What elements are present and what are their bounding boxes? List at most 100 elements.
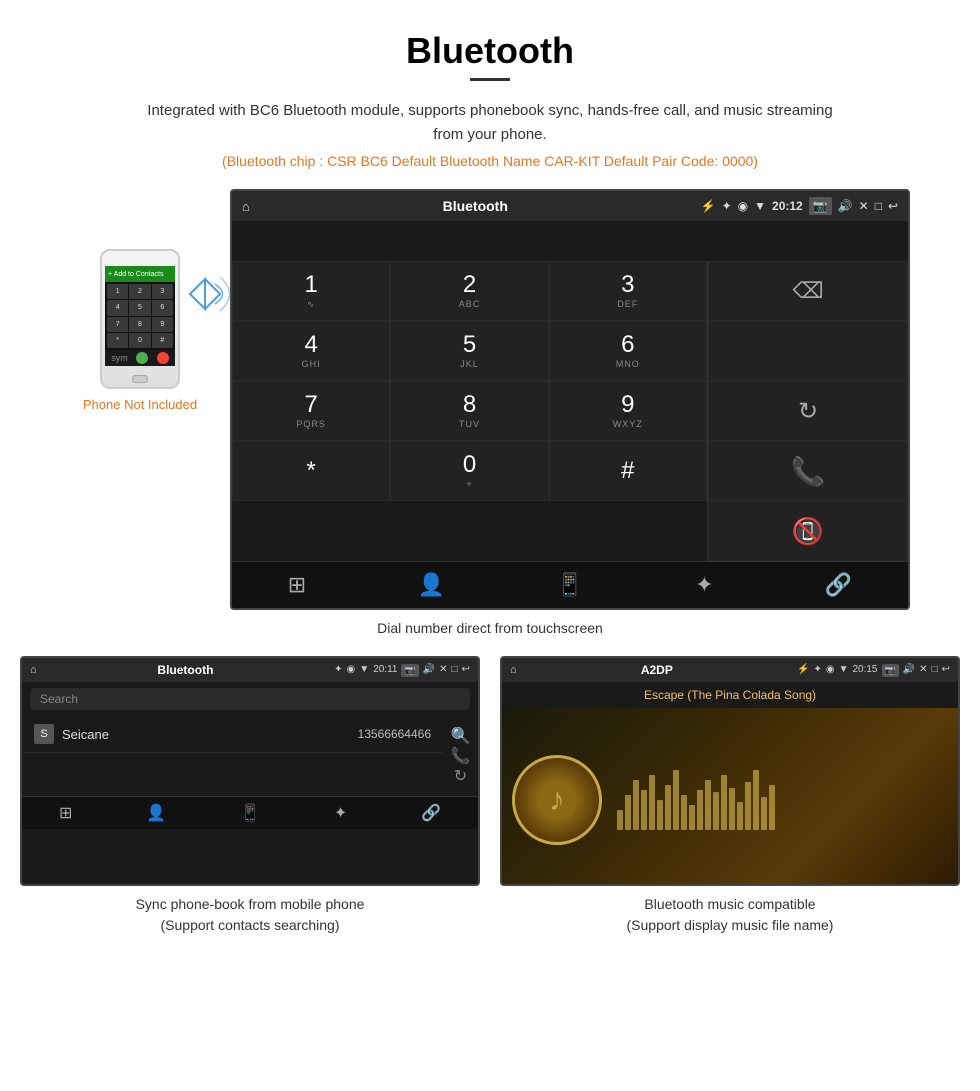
waveform-bar [641,790,647,830]
key-number: 6 [621,333,634,357]
pb-home-icon[interactable]: ⌂ [30,664,37,676]
nav-contacts-icon[interactable]: 👤 [418,572,445,598]
pb-win-icon[interactable]: □ [452,664,458,677]
nav-link-icon[interactable]: 🔗 [825,572,852,598]
wifi-icon: ▼ [754,199,766,213]
pb-bt-icon: ✦ [334,664,342,677]
music-screenshot-item: ⌂ A2DP ⚡ ✦ ◉ ▼ 20:15 📷 🔊 ✕ □ ↩ Escape (T… [500,656,960,936]
phone-screen-header: + Add to Contacts [105,266,175,282]
mini-key: 4 [107,300,128,315]
call-icon: 📞 [791,455,826,488]
key-sub: ABC [459,299,481,309]
pb-loc-icon: ◉ [347,664,356,677]
key-number: 3 [621,273,634,297]
album-art: ♪ [512,755,602,845]
time-display: 20:12 [772,199,803,213]
nav-grid-icon[interactable]: ⊞ [288,572,306,598]
dial-key-0[interactable]: 0+ [390,441,548,501]
music-caption-line1: Bluetooth music compatible [644,896,815,912]
mini-key: 3 [152,284,173,299]
search-right-icon[interactable]: 🔍 [451,726,471,746]
dial-key-4[interactable]: 4GHI [232,321,390,381]
waveform-bar [721,775,727,830]
mus-close-icon[interactable]: ✕ [919,664,927,677]
refresh-right-icon[interactable]: ↻ [454,766,467,786]
bt-icon: ✦ [722,199,732,213]
mini-key: * [107,333,128,348]
dial-key-7[interactable]: 7PQRS [232,381,390,441]
backspace-button[interactable]: ⌫ [708,261,908,321]
mini-key: 8 [129,317,150,332]
key-sub: MNO [616,359,640,369]
camera-icon[interactable]: 📷 [809,197,832,215]
close-icon[interactable]: ✕ [859,199,869,213]
pb-nav-contacts[interactable]: 👤 [146,803,166,823]
pb-close-icon[interactable]: ✕ [439,664,447,677]
waveform-bar [665,785,671,830]
header-left: ⌂ [242,199,250,214]
main-screen-area: + Add to Contacts 1 2 3 4 5 6 7 8 9 * 0 [0,189,980,610]
key-number: 5 [463,333,476,357]
pb-nav-phone[interactable]: 📱 [240,803,260,823]
nav-bluetooth-icon[interactable]: ✦ [695,572,713,598]
mini-key: 9 [152,317,173,332]
dialpad-grid: 1∿2ABC3DEF4GHI5JKL6MNO7PQRS8TUV9WXYZ*0+# [232,261,708,561]
key-sub: ∿ [307,299,316,310]
car-dial-screen: ⌂ Bluetooth ⚡ ✦ ◉ ▼ 20:12 📷 🔊 ✕ □ ↩ 1∿2A… [230,189,910,610]
dial-key-3[interactable]: 3DEF [549,261,707,321]
music-player-body: ♪ [502,708,958,886]
mus-wifi-icon: ▼ [839,664,849,677]
contact-row[interactable]: S Seicane 13566664466 [22,716,443,753]
redial-button[interactable]: ↻ [708,381,908,441]
waveform-bar [673,770,679,830]
phone-right-icon[interactable]: 📞 [451,746,471,766]
dial-key-#[interactable]: # [549,441,707,501]
call-button[interactable]: 📞 [708,441,908,501]
pb-time: 20:11 [373,664,397,677]
dialpad-container: 1∿2ABC3DEF4GHI5JKL6MNO7PQRS8TUV9WXYZ*0+#… [232,261,908,561]
music-info [617,770,948,830]
mini-key: 5 [129,300,150,315]
header-title: Bluetooth [443,198,508,214]
mini-key: 7 [107,317,128,332]
usb-icon: ⚡ [701,199,716,213]
dial-key-1[interactable]: 1∿ [232,261,390,321]
back-icon[interactable]: ↩ [888,199,898,213]
dial-key-9[interactable]: 9WXYZ [549,381,707,441]
pb-back-icon[interactable]: ↩ [462,664,470,677]
pb-nav-link[interactable]: 🔗 [421,803,441,823]
mus-bt-icon: ✦ [813,664,821,677]
key-number: 0 [463,453,476,477]
page-subtitle: Integrated with BC6 Bluetooth module, su… [140,99,840,147]
end-call-button[interactable]: 📵 [708,501,908,561]
dial-key-8[interactable]: 8TUV [390,381,548,441]
mus-win-icon[interactable]: □ [932,664,938,677]
contact-letter: S [34,724,54,744]
dial-key-2[interactable]: 2ABC [390,261,548,321]
phone-mini-keypad: 1 2 3 4 5 6 7 8 9 * 0 # [105,282,175,350]
nav-phone-icon[interactable]: 📱 [556,572,583,598]
dial-key-*[interactable]: * [232,441,390,501]
caption-line2: (Support contacts searching) [161,917,340,933]
mus-home-icon[interactable]: ⌂ [510,664,517,676]
mus-cam-icon: 📷 [882,664,899,677]
mus-back-icon[interactable]: ↩ [942,664,950,677]
vol-icon[interactable]: 🔊 [838,199,853,213]
home-icon[interactable]: ⌂ [242,199,250,214]
phone-not-included-label: Phone Not Included [70,397,210,412]
contacts-search[interactable]: Search [30,688,470,710]
key-sub: + [466,479,472,489]
waveform-bar [617,810,623,830]
mini-key: 1 [107,284,128,299]
pb-nav-bt[interactable]: ✦ [334,803,347,823]
phone-body: + Add to Contacts 1 2 3 4 5 6 7 8 9 * 0 [100,249,180,389]
dial-key-6[interactable]: 6 MNO [549,321,707,381]
mus-vol-icon: 🔊 [903,664,915,677]
pb-nav-grid[interactable]: ⊞ [59,803,72,823]
window-icon[interactable]: □ [875,199,882,213]
phone-screen: + Add to Contacts 1 2 3 4 5 6 7 8 9 * 0 [105,266,175,366]
phonebook-screen: ⌂ Bluetooth ✦ ◉ ▼ 20:11 📷 🔊 ✕ □ ↩ Search [20,656,480,886]
pb-bottom-nav: ⊞ 👤 📱 ✦ 🔗 [22,796,478,829]
dial-key-5[interactable]: 5JKL [390,321,548,381]
mini-key: 2 [129,284,150,299]
